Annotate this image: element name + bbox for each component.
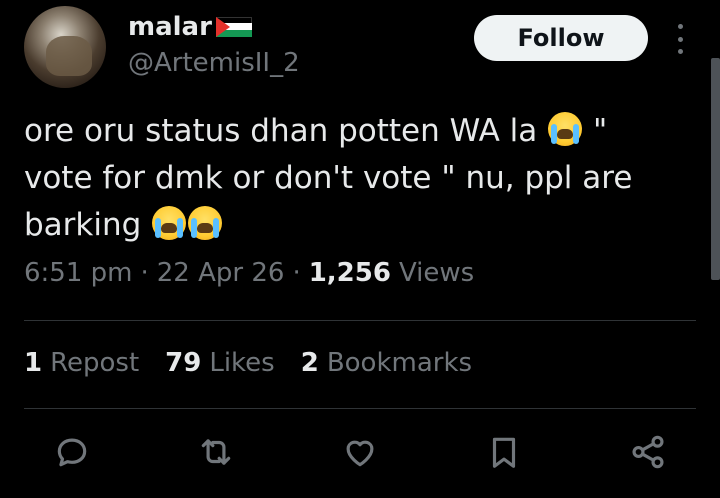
loudly-crying-face-emoji	[188, 206, 223, 240]
avatar[interactable]	[24, 6, 106, 88]
user-handle[interactable]: @ArtemisII_2	[128, 48, 300, 78]
display-name-row[interactable]: malar	[128, 12, 252, 42]
repost-icon[interactable]	[194, 430, 238, 474]
more-options-icon[interactable]	[672, 24, 688, 54]
views-label: Views	[398, 258, 475, 288]
tweet-meta: 6:51 pm · 22 Apr 26 · 1,256 Views	[24, 258, 474, 288]
tweet-text-line-3: barking	[24, 207, 142, 243]
reposts-count: 1	[24, 348, 43, 378]
likes-stat[interactable]: 79 Likes	[165, 348, 275, 378]
reply-icon[interactable]	[50, 430, 94, 474]
loudly-crying-face-emoji	[548, 112, 583, 146]
divider	[24, 320, 696, 321]
action-bar	[0, 430, 720, 480]
likes-count: 79	[165, 348, 202, 378]
tweet-text-line-1-tail: "	[583, 113, 608, 149]
tweet-time[interactable]: 6:51 pm	[24, 258, 132, 288]
separator: ·	[140, 258, 149, 288]
bookmark-icon[interactable]	[482, 430, 526, 474]
likes-label: Likes	[209, 348, 275, 378]
tweet-date[interactable]: 22 Apr 26	[157, 258, 285, 288]
share-icon[interactable]	[626, 430, 670, 474]
separator: ·	[292, 258, 301, 288]
bookmarks-label: Bookmarks	[326, 348, 473, 378]
palestine-flag-icon	[215, 16, 252, 38]
follow-button[interactable]: Follow	[474, 15, 648, 61]
engagement-stats: 1 Repost 79 Likes 2 Bookmarks	[24, 348, 498, 378]
reposts-stat[interactable]: 1 Repost	[24, 348, 139, 378]
tweet-text-line-2: vote for dmk or don't vote " nu, ppl are	[24, 160, 633, 196]
tweet-text: ore oru status dhan potten WA la " vote f…	[24, 108, 684, 249]
display-name[interactable]: malar	[128, 12, 212, 42]
scrollbar[interactable]	[711, 58, 720, 280]
like-icon[interactable]	[338, 430, 382, 474]
loudly-crying-face-emoji	[152, 206, 187, 240]
tweet-text-line-1: ore oru status dhan potten WA la	[24, 113, 538, 149]
bookmarks-count: 2	[300, 348, 319, 378]
reposts-label: Repost	[50, 348, 140, 378]
views-count: 1,256	[308, 258, 391, 288]
bookmarks-stat[interactable]: 2 Bookmarks	[301, 348, 472, 378]
divider	[24, 408, 696, 409]
